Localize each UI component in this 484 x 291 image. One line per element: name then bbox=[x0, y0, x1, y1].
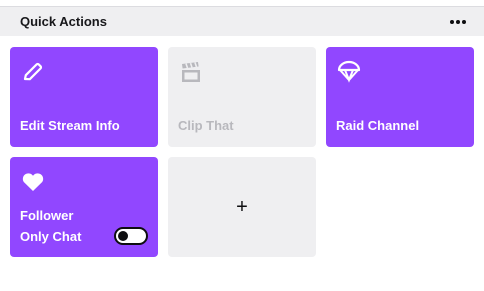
tile-label: Clip That bbox=[178, 118, 234, 133]
heart-icon bbox=[22, 173, 44, 191]
dot bbox=[456, 20, 460, 24]
raid-channel-tile[interactable]: Raid Channel bbox=[326, 47, 474, 147]
add-action-tile[interactable]: + bbox=[168, 157, 316, 257]
clapperboard-icon bbox=[182, 62, 200, 82]
dot bbox=[450, 20, 454, 24]
tile-label: Raid Channel bbox=[336, 118, 420, 133]
follower-only-chat-toggle[interactable] bbox=[114, 227, 148, 245]
tile-label: Follower Only Chat bbox=[20, 205, 81, 247]
quick-actions-header: Quick Actions bbox=[0, 6, 484, 36]
parachute-icon bbox=[337, 60, 361, 83]
edit-stream-info-tile[interactable]: Edit Stream Info bbox=[10, 47, 158, 147]
more-options-button[interactable] bbox=[448, 13, 468, 31]
follower-only-chat-tile[interactable]: Follower Only Chat bbox=[10, 157, 158, 257]
panel-title: Quick Actions bbox=[20, 14, 107, 29]
tile-label: Edit Stream Info bbox=[20, 118, 120, 133]
dot bbox=[462, 20, 466, 24]
clip-that-tile: Clip That bbox=[168, 47, 316, 147]
toggle-knob bbox=[118, 231, 128, 241]
tile-label-line-1: Follower bbox=[20, 208, 74, 223]
pencil-icon bbox=[23, 62, 43, 81]
tile-label-line-2: Only Chat bbox=[20, 229, 82, 244]
plus-icon: + bbox=[236, 195, 248, 218]
